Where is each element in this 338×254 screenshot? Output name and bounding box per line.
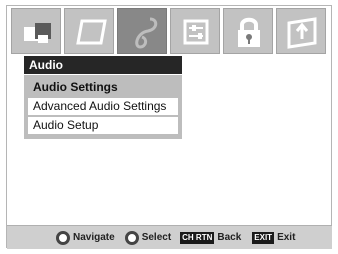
- picture-icon[interactable]: [11, 8, 61, 54]
- menu-icon-bar: [11, 8, 327, 54]
- select-ring-icon: [124, 230, 139, 245]
- menu-item-audio-setup[interactable]: Audio Setup: [28, 117, 178, 134]
- back-hint: CH RTN Back: [180, 231, 242, 244]
- menu-list: Audio Settings Advanced Audio Settings A…: [24, 75, 182, 139]
- menu-item-advanced-audio-settings[interactable]: Advanced Audio Settings: [28, 98, 178, 115]
- ch-rtn-key-icon: CH RTN: [180, 231, 215, 244]
- navigate-ring-icon: [56, 230, 70, 245]
- audio-icon[interactable]: [117, 8, 167, 54]
- menu-title: Audio: [24, 56, 182, 74]
- navigate-hint: Navigate: [56, 230, 115, 245]
- exit-hint: EXIT Exit: [252, 231, 296, 244]
- setup-icon[interactable]: [276, 8, 326, 54]
- menu-item-audio-settings[interactable]: Audio Settings: [28, 79, 178, 96]
- back-label: Back: [217, 232, 242, 243]
- select-label: Select: [141, 232, 172, 243]
- select-hint: Select: [124, 230, 172, 245]
- screen-icon[interactable]: [64, 8, 114, 54]
- exit-key-icon: EXIT: [252, 231, 275, 244]
- navigate-label: Navigate: [73, 232, 115, 243]
- lock-icon[interactable]: [223, 8, 273, 54]
- navigation-hint-bar: Navigate Select CH RTN Back EXIT Exit: [7, 225, 332, 249]
- exit-label: Exit: [277, 232, 296, 243]
- settings-sliders-icon[interactable]: [170, 8, 220, 54]
